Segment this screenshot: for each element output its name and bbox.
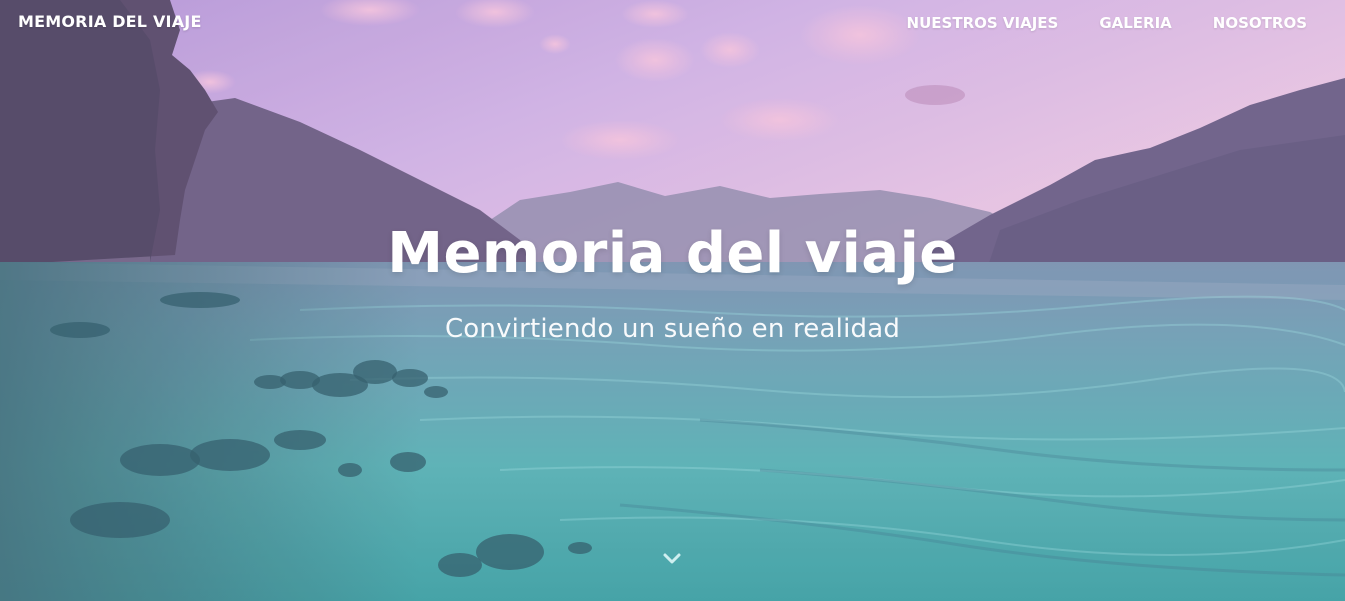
hero-subtitle: Convirtiendo un sueño en realidad xyxy=(444,314,901,344)
chevron-down-icon xyxy=(663,553,681,564)
nav-link-galeria[interactable]: GALERIA xyxy=(1099,14,1171,32)
brand-logo-link[interactable]: MEMORIA DEL VIAJE xyxy=(18,12,202,31)
hero-text: Memoria del viaje Convirtiendo un sueño … xyxy=(0,216,1345,346)
nav-item-galeria: GALERIA xyxy=(1099,13,1171,32)
hero-section: MEMORIA DEL VIAJE NUESTROS VIAJES GALERI… xyxy=(0,0,1345,601)
nav-link-nuestros-viajes[interactable]: NUESTROS VIAJES xyxy=(907,14,1059,32)
nav-item-nosotros: NOSOTROS xyxy=(1213,13,1307,32)
nav-link-nosotros[interactable]: NOSOTROS xyxy=(1213,14,1307,32)
nav-links: NUESTROS VIAJES GALERIA NOSOTROS xyxy=(907,13,1307,32)
scroll-down-button[interactable] xyxy=(660,547,684,569)
top-navbar: MEMORIA DEL VIAJE NUESTROS VIAJES GALERI… xyxy=(0,0,1345,46)
nav-item-nuestros-viajes: NUESTROS VIAJES xyxy=(907,13,1059,32)
hero-title: Memoria del viaje xyxy=(387,221,958,286)
